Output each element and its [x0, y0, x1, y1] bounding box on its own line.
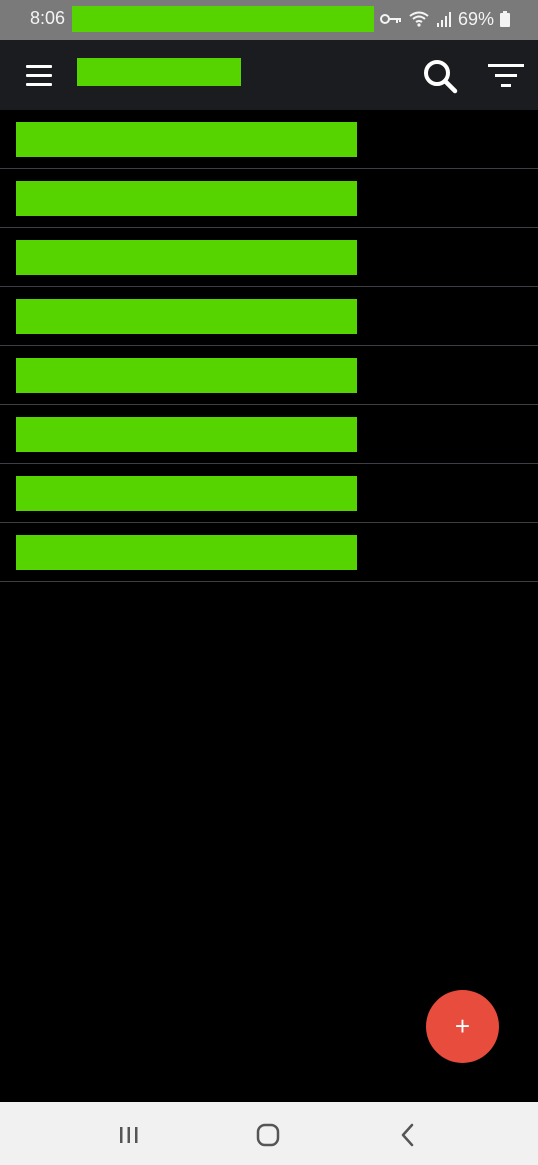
- home-icon[interactable]: [253, 1120, 283, 1150]
- status-bar: 8:06 69%: [0, 0, 538, 40]
- signal-icon: [437, 12, 451, 27]
- list-item[interactable]: [0, 110, 538, 169]
- list-item[interactable]: [0, 169, 538, 228]
- back-icon[interactable]: [393, 1120, 423, 1150]
- redacted-item-text: [16, 299, 357, 334]
- wifi-icon: [409, 11, 429, 27]
- list-item[interactable]: [0, 228, 538, 287]
- redacted-item-text: [16, 122, 357, 157]
- redacted-item-text: [16, 240, 357, 275]
- system-nav-bar: [0, 1102, 538, 1165]
- redacted-item-text: [16, 181, 357, 216]
- plus-icon: +: [454, 1011, 471, 1041]
- redacted-item-text: [16, 476, 357, 511]
- list-item[interactable]: [0, 287, 538, 346]
- app-bar: [0, 40, 538, 110]
- list-item[interactable]: [0, 405, 538, 464]
- battery-percentage: 69%: [458, 8, 495, 29]
- status-icons: 69%: [380, 8, 511, 30]
- status-time: 8:06: [30, 8, 66, 28]
- recents-icon[interactable]: [114, 1120, 144, 1150]
- menu-icon[interactable]: [26, 65, 52, 87]
- list-item[interactable]: [0, 346, 538, 405]
- redacted-notification-area: [72, 6, 374, 32]
- redacted-app-title: [77, 58, 241, 86]
- redacted-item-text: [16, 358, 357, 393]
- list-item[interactable]: [0, 464, 538, 523]
- item-list: [0, 110, 538, 582]
- redacted-item-text: [16, 535, 357, 570]
- search-icon[interactable]: [420, 56, 460, 96]
- add-button[interactable]: +: [426, 990, 499, 1063]
- battery-icon: [500, 11, 511, 27]
- vpn-key-icon: [380, 14, 401, 24]
- list-item[interactable]: [0, 523, 538, 582]
- filter-icon[interactable]: [486, 60, 526, 92]
- redacted-item-text: [16, 417, 357, 452]
